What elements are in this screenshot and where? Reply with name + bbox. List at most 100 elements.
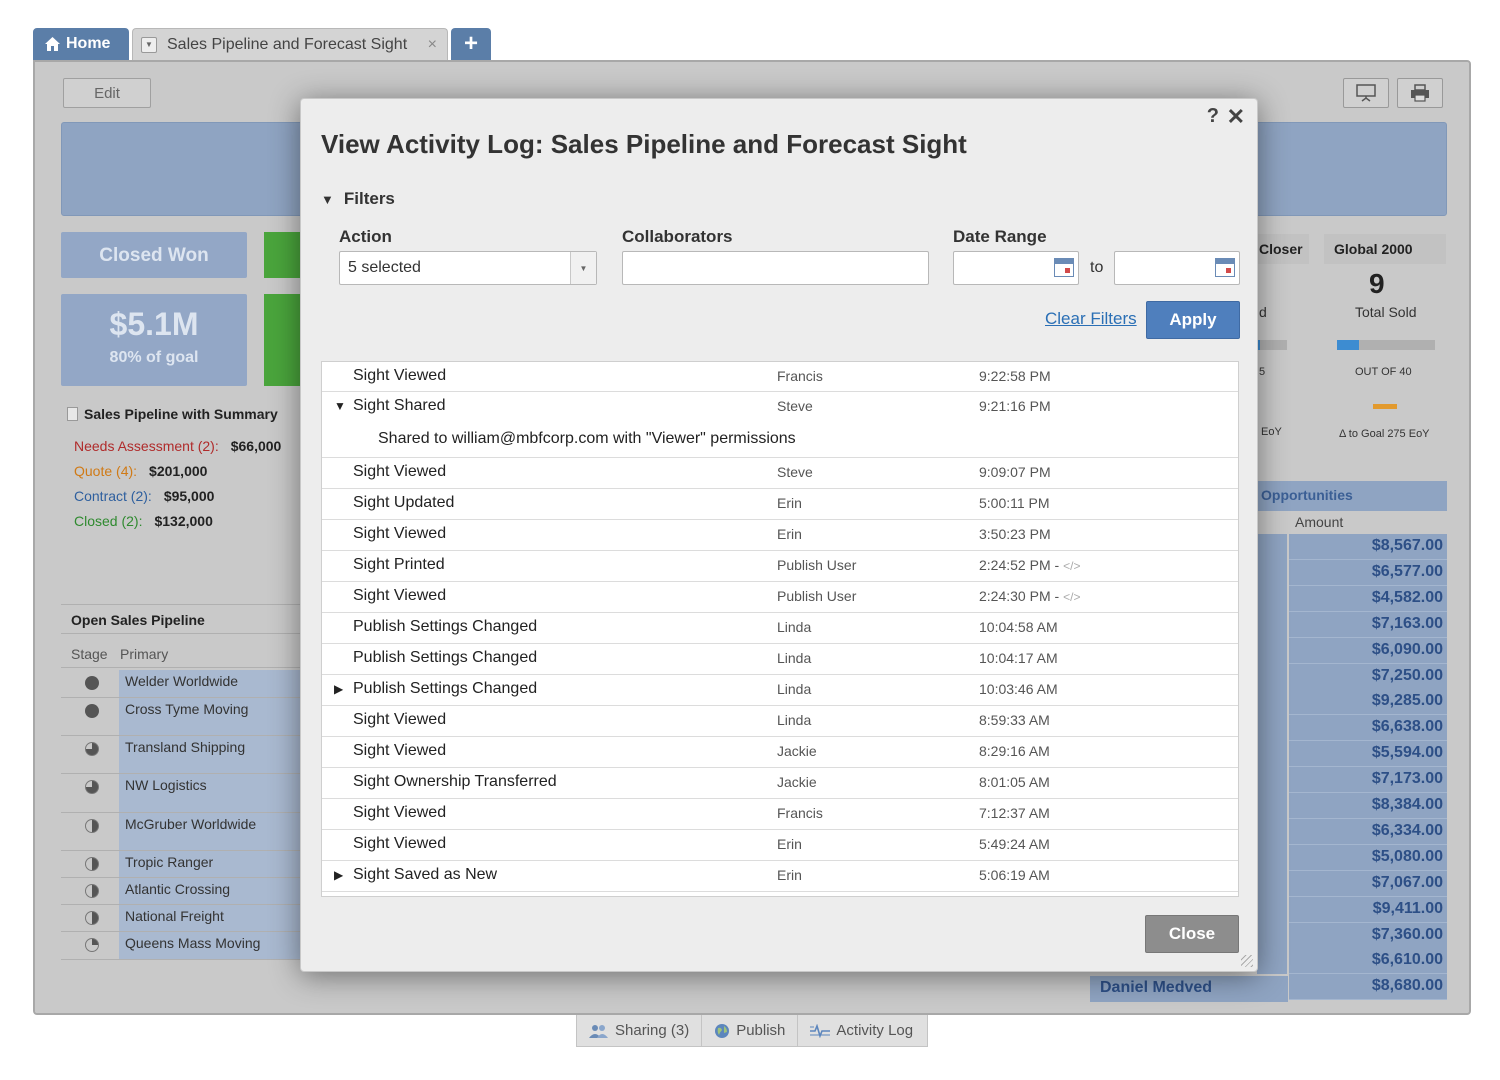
tab-sight[interactable]: ▼ Sales Pipeline and Forecast Sight × (132, 28, 448, 60)
log-row[interactable]: Sight Viewed Steve 9:09:07 PM (322, 458, 1238, 489)
amount-cell: $5,594.00 (1289, 741, 1447, 768)
amount-row-lead (1257, 559, 1287, 586)
log-time: 10:04:17 AM (979, 650, 1058, 666)
log-row[interactable]: Sight Viewed Linda 8:59:33 AM (322, 706, 1238, 737)
print-button[interactable] (1397, 78, 1443, 108)
table-row[interactable]: NW Logistics (61, 774, 301, 813)
log-row[interactable]: ▶ Publish Settings Changed Linda 10:03:46 A… (322, 675, 1238, 706)
sharing-button[interactable]: Sharing (3) (577, 1015, 703, 1046)
log-row[interactable]: Publish Settings Changed Linda 10:04:17 AM (322, 644, 1238, 675)
log-user: Linda (777, 712, 812, 728)
calendar-icon[interactable] (1215, 258, 1235, 277)
publish-button[interactable]: Publish (702, 1015, 799, 1046)
log-time-text: 10:04:17 AM (979, 650, 1058, 666)
stage-icon (85, 704, 99, 718)
log-row[interactable]: ▶ Sight Saved as New Erin 5:06:19 AM (322, 861, 1238, 892)
log-action: Sight Printed (353, 556, 445, 573)
pipeline-header: Stage Primary (61, 640, 301, 668)
triangle-right-icon[interactable]: ▶ (334, 868, 343, 882)
log-user: Publish User (777, 588, 857, 604)
table-row[interactable]: Transland Shipping (61, 736, 301, 774)
table-row[interactable]: Atlantic Crossing (61, 878, 301, 905)
close-button[interactable]: Close (1145, 915, 1239, 953)
summary-label: Needs Assessment (2): (74, 438, 219, 454)
log-user: Erin (777, 526, 802, 542)
date-to-input[interactable] (1114, 251, 1240, 285)
activity-log-list: Sight Viewed Francis 9:22:58 PM ▼ Sight Shar… (321, 361, 1239, 897)
log-time: 9:09:07 PM (979, 464, 1051, 480)
log-time: 8:29:16 AM (979, 743, 1050, 759)
presentation-button[interactable] (1343, 78, 1389, 108)
amount-row-lead (1257, 793, 1287, 819)
help-icon[interactable]: ? (1207, 105, 1219, 128)
date-from-input[interactable] (953, 251, 1079, 285)
log-row[interactable]: ▼ Sight Shared Steve 9:21:16 PM Shared to wi… (322, 392, 1238, 458)
edit-button[interactable]: Edit (63, 78, 151, 108)
tab-closer[interactable]: Closer (1257, 234, 1309, 264)
table-row[interactable]: Queens Mass Moving (61, 932, 301, 960)
triangle-right-icon[interactable]: ▶ (334, 682, 343, 696)
log-user: Francis (777, 368, 823, 384)
close-tab-icon[interactable]: × (428, 36, 437, 54)
log-row[interactable]: Sight Viewed Publish User 2:24:30 PM - </> (322, 582, 1238, 613)
sharing-label: Sharing (3) (615, 1022, 690, 1039)
log-action: Publish Settings Changed (353, 680, 538, 697)
tab-global-2000[interactable]: Global 2000 (1324, 234, 1446, 264)
table-row[interactable]: McGruber Worldwide (61, 813, 301, 851)
resize-handle[interactable] (1241, 955, 1253, 967)
log-row[interactable]: Sight Viewed Erin 3:50:23 PM (322, 520, 1238, 551)
apply-button[interactable]: Apply (1146, 301, 1240, 339)
green-tile-kpi (264, 294, 300, 386)
table-row[interactable]: Cross Tyme Moving (61, 698, 301, 736)
stage-icon (85, 780, 99, 794)
log-user: Erin (777, 495, 802, 511)
goal-eoy-label: Δ to Goal 275 EoY (1339, 428, 1430, 440)
stage-icon (85, 911, 99, 925)
close-icon[interactable]: ✕ (1227, 104, 1245, 130)
log-time: 2:24:52 PM - </> (979, 557, 1081, 573)
log-user: Jackie (777, 774, 817, 790)
table-row[interactable]: Welder Worldwide (61, 670, 301, 698)
summary-label: Contract (2): (74, 488, 152, 504)
table-row[interactable]: Tropic Ranger (61, 851, 301, 878)
log-action: Publish Settings Changed (353, 649, 538, 666)
log-time: 10:03:46 AM (979, 681, 1058, 697)
stage-icon (85, 938, 99, 952)
action-select[interactable]: 5 selected ▼ (339, 251, 597, 285)
log-row[interactable]: Sight Viewed Erin 5:49:24 AM (322, 830, 1238, 861)
amount-header: Amount (1295, 514, 1344, 530)
triangle-down-icon[interactable]: ▼ (334, 399, 346, 413)
primary-cell: Tropic Ranger (119, 851, 301, 877)
log-row[interactable]: Sight Updated Erin 5:00:11 PM (322, 489, 1238, 520)
log-row[interactable]: Sight Viewed Jackie 8:29:16 AM (322, 737, 1238, 768)
log-row[interactable]: Sight Ownership Transferred Jackie 8:01:05… (322, 768, 1238, 799)
add-tab-button[interactable]: + (451, 28, 491, 60)
amount-row-lead (1257, 689, 1287, 716)
filters-toggle[interactable]: ▼ Filters (321, 189, 395, 209)
amount-row-lead (1257, 870, 1287, 897)
activity-log-label: Activity Log (836, 1022, 914, 1039)
tab-home[interactable]: Home (33, 28, 129, 60)
amount-row-lead (1257, 896, 1287, 923)
table-row[interactable]: National Freight (61, 905, 301, 932)
clear-filters-link[interactable]: Clear Filters (1045, 309, 1137, 329)
activity-log-button[interactable]: Activity Log (798, 1015, 925, 1046)
log-row[interactable]: Sight Printed Publish User 2:24:52 PM - </> (322, 551, 1238, 582)
action-select-value: 5 selected (348, 259, 421, 276)
log-row[interactable]: Sight Viewed Francis 9:22:58 PM (322, 362, 1238, 392)
out-of-label: OUT OF 40 (1355, 366, 1412, 378)
truncated-label: d (1259, 304, 1267, 320)
collaborators-input[interactable] (622, 251, 929, 285)
amount-row-lead (1257, 922, 1287, 949)
chevron-down-icon[interactable]: ▼ (570, 252, 596, 284)
log-row[interactable]: Publish Settings Changed Linda 10:04:58 AM (322, 613, 1238, 644)
log-action: Sight Viewed (353, 525, 447, 542)
calendar-icon[interactable] (1054, 258, 1074, 277)
code-icon[interactable]: </> (1063, 559, 1080, 573)
chevron-down-icon[interactable]: ▼ (141, 36, 157, 53)
code-icon[interactable]: </> (1063, 590, 1080, 604)
log-row[interactable]: Sight Viewed Francis 7:12:37 AM (322, 799, 1238, 830)
log-time-text: 2:24:30 PM - (979, 588, 1060, 604)
amount-cell: $6,610.00 (1289, 948, 1447, 975)
log-time: 8:59:33 AM (979, 712, 1050, 728)
